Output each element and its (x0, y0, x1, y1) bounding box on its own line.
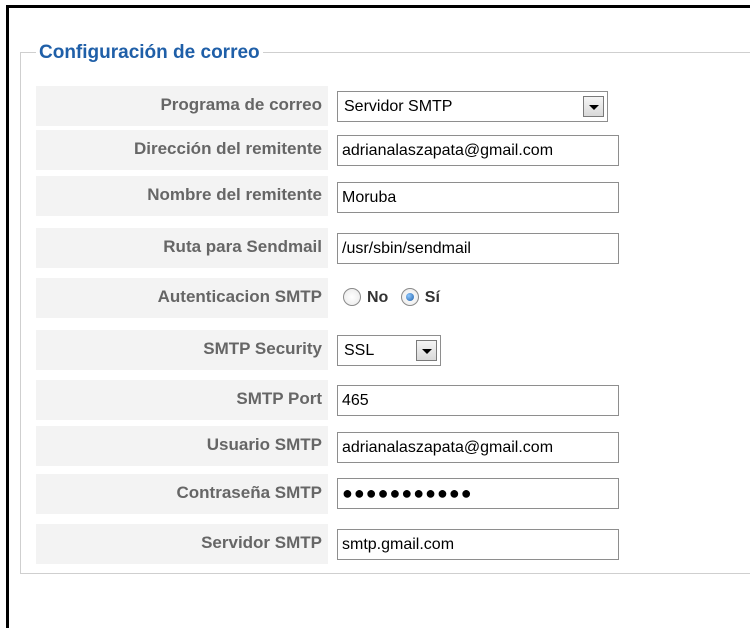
mail-from-input[interactable]: adrianalaszapata@gmail.com (337, 135, 619, 166)
smtp-auth-no-label: No (367, 289, 389, 306)
smtp-auth-radio-group: No Sí (343, 284, 448, 312)
chevron-down-icon[interactable] (583, 96, 604, 117)
smtp-user-input[interactable]: adrianalaszapata@gmail.com (337, 432, 619, 463)
mailer-label: Programa de correo (36, 86, 328, 126)
smtp-host-input[interactable]: smtp.gmail.com (337, 529, 619, 560)
smtp-pass-label: Contraseña SMTP (36, 474, 328, 514)
smtp-user-label: Usuario SMTP (36, 426, 328, 466)
smtp-auth-label: Autenticacion SMTP (36, 278, 328, 318)
chevron-down-icon[interactable] (416, 340, 437, 361)
smtp-password-input[interactable]: ●●●●●●●●●●● (337, 478, 619, 509)
smtp-security-select[interactable]: SSL (337, 335, 441, 366)
row-smtp-auth: Autenticacion SMTP No Sí (36, 278, 750, 318)
sendmail-path-label: Ruta para Sendmail (36, 228, 328, 268)
smtp-security-select-value: SSL (344, 342, 375, 359)
row-smtp-port: SMTP Port 465 (36, 380, 750, 420)
smtp-auth-yes-radio[interactable] (400, 287, 419, 306)
sendmail-path-input[interactable]: /usr/sbin/sendmail (337, 233, 619, 264)
smtp-port-input[interactable]: 465 (337, 385, 619, 416)
row-from-name: Nombre del remitente Moruba (36, 176, 750, 216)
smtp-auth-no-radio[interactable] (343, 287, 361, 306)
smtp-auth-yes-label: Sí (424, 289, 440, 306)
smtp-host-label: Servidor SMTP (36, 524, 328, 564)
mailer-select[interactable]: Servidor SMTP (337, 91, 608, 122)
row-smtp-security: SMTP Security SSL (36, 330, 750, 370)
row-smtp-host: Servidor SMTP smtp.gmail.com (36, 524, 750, 564)
from-name-input[interactable]: Moruba (337, 182, 619, 213)
smtp-port-label: SMTP Port (36, 380, 328, 420)
smtp-security-label: SMTP Security (36, 330, 328, 370)
row-smtp-user: Usuario SMTP adrianalaszapata@gmail.com (36, 426, 750, 466)
row-smtp-pass: Contraseña SMTP ●●●●●●●●●●● (36, 474, 750, 514)
section-legend: Configuración de correo (36, 41, 263, 65)
mailer-select-value: Servidor SMTP (344, 98, 453, 115)
row-sendmail-path: Ruta para Sendmail /usr/sbin/sendmail (36, 228, 750, 268)
mail-from-label: Dirección del remitente (36, 130, 328, 170)
row-mailer: Programa de correo Servidor SMTP (36, 86, 750, 126)
from-name-label: Nombre del remitente (36, 176, 328, 216)
row-mail-from: Dirección del remitente adrianalaszapata… (36, 130, 750, 170)
